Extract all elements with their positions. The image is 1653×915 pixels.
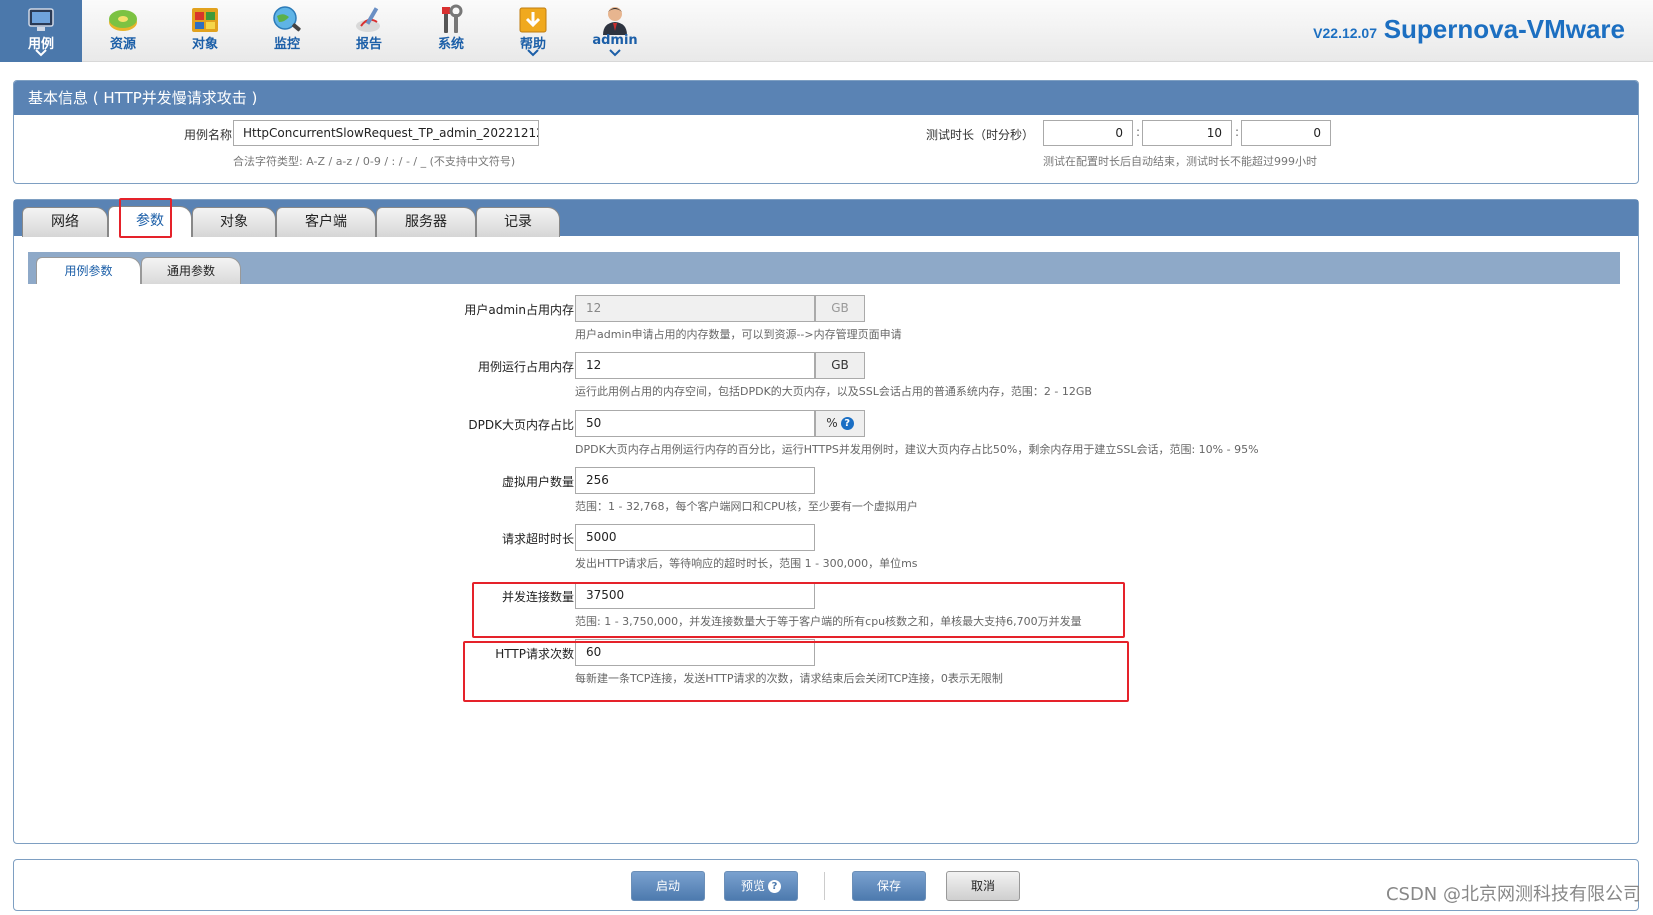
nav-label-system: 系统 <box>437 37 464 52</box>
admin-mem-unit: GB <box>815 295 865 322</box>
run-mem-hint: 运行此用例占用的内存空间，包括DPDK的大页内存，以及SSL会话占用的普通系统内… <box>575 385 1092 398</box>
tab-clients[interactable]: 客户端 <box>276 207 376 237</box>
admin-mem-hint: 用户admin申请占用的内存数量，可以到资源-->内存管理页面申请 <box>575 328 902 341</box>
nav-item-system[interactable]: 系统 <box>410 0 492 62</box>
dpdk-unit: %? <box>815 410 865 437</box>
dpdk-hint: DPDK大页内存占用例运行内存的百分比，运行HTTPS并发用例时，建议大页内存占… <box>575 443 1259 456</box>
basic-info-panel: 基本信息 ( HTTP并发慢请求攻击 ) 用例名称 HttpConcurrent… <box>13 80 1639 184</box>
objects-blocks-icon <box>192 8 218 32</box>
subtab-case-params[interactable]: 用例参数 <box>36 257 141 284</box>
vusers-label: 虚拟用户数量 <box>501 475 574 489</box>
nav-label-objects: 对象 <box>191 37 218 52</box>
chevron-down-icon <box>527 49 539 57</box>
duration-hint: 测试在配置时长后自动结束，测试时长不能超过999小时 <box>1043 155 1317 168</box>
timeout-hint: 发出HTTP请求后，等待响应的超时时长，范围 1 - 300,000，单位ms <box>575 557 918 570</box>
tab-params[interactable]: 参数 <box>108 206 192 237</box>
nav-item-admin[interactable]: admin <box>574 0 656 62</box>
case-name-hint: 合法字符类型: A-Z / a-z / 0-9 / : / - / _ (不支持… <box>233 155 516 168</box>
admin-mem-label: 用户admin占用内存 <box>464 303 574 317</box>
preview-button[interactable]: 预览? <box>724 871 798 901</box>
tab-network[interactable]: 网络 <box>22 207 108 237</box>
concurrency-hint: 范围: 1 - 3,750,000，并发连接数量大于等于客户端的所有cpu核数之… <box>575 615 1082 628</box>
duration-seconds-input[interactable]: 0 <box>1241 120 1331 146</box>
monitor-globe-icon <box>273 6 301 32</box>
vusers-hint: 范围：1 - 32,768，每个客户端网口和CPU核，至少要有一个虚拟用户 <box>575 500 918 513</box>
chevron-down-icon <box>35 49 47 57</box>
save-button[interactable]: 保存 <box>852 871 926 901</box>
nav-label-monitor: 监控 <box>273 37 300 52</box>
timeout-label: 请求超时时长 <box>501 532 574 546</box>
version-label: V22.12.07 <box>1313 25 1377 41</box>
nav-item-reports[interactable]: 报告 <box>328 0 410 62</box>
divider <box>824 872 825 900</box>
nav-item-help[interactable]: 帮助 <box>492 0 574 62</box>
run-mem-label: 用例运行占用内存 <box>477 360 574 374</box>
help-icon[interactable]: ? <box>840 417 854 430</box>
timeout-input[interactable]: 5000 <box>575 524 815 551</box>
duration-hours-input[interactable]: 0 <box>1043 120 1133 146</box>
tab-servers[interactable]: 服务器 <box>376 207 476 237</box>
dpdk-input[interactable]: 50 <box>575 410 815 437</box>
subtab-common-params[interactable]: 通用参数 <box>141 257 241 284</box>
user-avatar-icon <box>603 7 627 35</box>
http-requests-input[interactable]: 60 <box>575 639 815 666</box>
http-requests-label: HTTP请求次数 <box>495 647 574 661</box>
tools-icon <box>442 4 463 33</box>
product-name: Supernova-VMware <box>1383 14 1625 44</box>
monitor-icon <box>28 8 54 31</box>
chevron-down-icon <box>609 49 621 57</box>
duration-label: 测试时长（时分秒） <box>925 128 1034 142</box>
main-tab-bar: 网络 参数 对象 客户端 服务器 记录 <box>14 200 1638 237</box>
nav-label-resources: 资源 <box>109 37 136 52</box>
sub-tab-bar: 用例参数 通用参数 <box>28 252 1620 284</box>
vusers-input[interactable]: 256 <box>575 467 815 494</box>
report-pen-icon <box>356 7 380 32</box>
config-panel: 网络 参数 对象 客户端 服务器 记录 用例参数 通用参数 用户admin占用内… <box>13 198 1639 844</box>
case-name-label: 用例名称 <box>183 128 232 142</box>
http-requests-hint: 每新建一条TCP连接，发送HTTP请求的次数，请求结束后会关闭TCP连接，0表示… <box>575 672 1003 685</box>
tab-records[interactable]: 记录 <box>476 207 560 237</box>
nav-item-monitor[interactable]: 监控 <box>246 0 328 62</box>
cancel-button[interactable]: 取消 <box>946 871 1020 901</box>
concurrency-label: 并发连接数量 <box>501 590 574 604</box>
dpdk-unit-label: % <box>826 416 838 430</box>
help-download-icon <box>519 7 547 33</box>
help-icon: ? <box>768 880 781 893</box>
run-mem-input[interactable]: 12 <box>575 352 815 379</box>
preview-button-label: 预览 <box>740 879 765 893</box>
concurrency-input[interactable]: 37500 <box>575 582 815 609</box>
resource-disc-icon <box>109 10 137 31</box>
duration-minutes-input[interactable]: 10 <box>1142 120 1232 146</box>
duration-separator: : <box>1235 125 1240 139</box>
tab-objects[interactable]: 对象 <box>192 207 276 237</box>
top-nav-bar: 用例 资源 对象 监控 报告 系统 帮助 admin V22.12.07 Sup… <box>0 0 1653 62</box>
nav-item-objects[interactable]: 对象 <box>164 0 246 62</box>
nav-label-reports: 报告 <box>355 37 382 52</box>
duration-separator: : <box>1136 125 1141 139</box>
nav-item-resources[interactable]: 资源 <box>82 0 164 62</box>
nav-item-cases[interactable]: 用例 <box>0 0 82 62</box>
case-name-input[interactable]: HttpConcurrentSlowRequest_TP_admin_20221… <box>233 120 539 146</box>
admin-mem-input: 12 <box>575 295 815 322</box>
start-button[interactable]: 启动 <box>631 871 705 901</box>
run-mem-unit: GB <box>815 352 865 379</box>
watermark: CSDN @北京网测科技有限公司 <box>1385 884 1641 905</box>
dpdk-label: DPDK大页内存占比 <box>468 418 574 432</box>
nav-label-admin: admin <box>592 33 638 48</box>
basic-info-title: 基本信息 ( HTTP并发慢请求攻击 ) <box>14 81 1638 115</box>
